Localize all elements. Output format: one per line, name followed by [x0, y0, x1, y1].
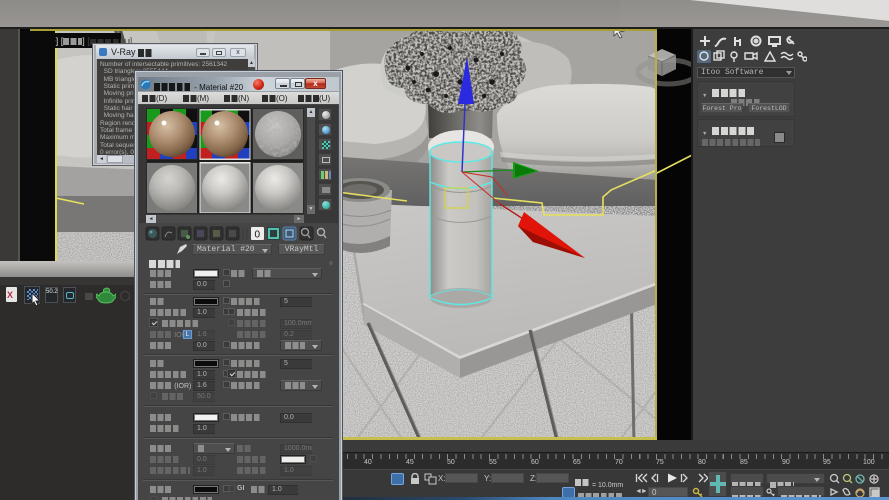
svg-text:0: 0	[255, 230, 261, 241]
